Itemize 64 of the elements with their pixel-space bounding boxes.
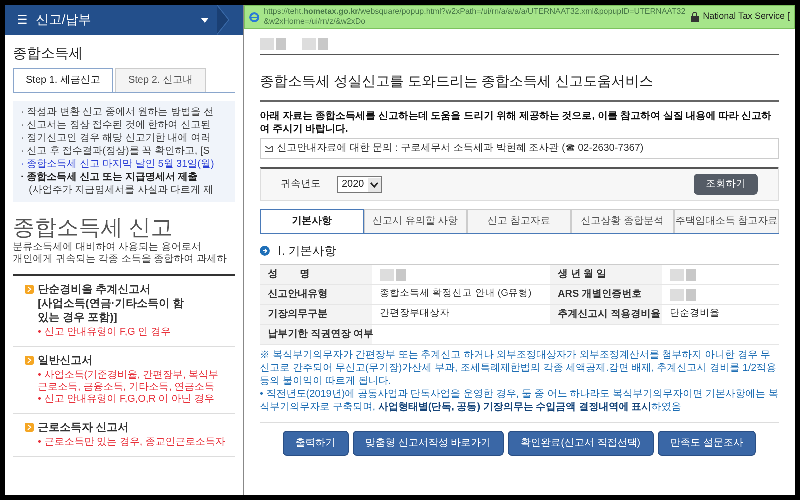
field-value: 간편장부대상자 (380, 307, 450, 322)
description-text: 분류소득세에 대비하여 사용되는 용어로서 (13, 242, 202, 254)
bullet-arrow-icon (25, 285, 34, 294)
field-label: 신고안내유형 (260, 285, 372, 304)
field-label: 납부기한 직권연장 여부 (260, 325, 372, 344)
action-button[interactable]: 만족도 설문조사 (658, 431, 756, 456)
inquiry-text: 신고안내자료에 대한 문의 : 구로세무서 소득세과 박현혜 조사관 (☎ 02-2630-7367) (277, 142, 644, 156)
field-value: 단순경비율 (670, 307, 720, 322)
notice-text: · 정기신고인 경우 해당 신고기한 내에 여러 (21, 132, 212, 145)
info-tab[interactable]: 주택임대소득 참고자료 (674, 209, 780, 233)
form-title[interactable]: 근로소득자 신고서 (38, 421, 226, 435)
caret-icon[interactable] (201, 18, 209, 22)
notice-text: (사업주가 지급명세서를 사실과 다르게 제 (28, 184, 214, 197)
arrow-circle-icon (260, 246, 270, 256)
field-value: 종합소득세 확정신고 안내 (G유형) (380, 287, 532, 302)
year-select[interactable]: 2020 (337, 176, 382, 193)
form-title[interactable]: 일반신고서 (38, 354, 219, 368)
notice-text: · 종합소득세 신고 또는 지급명세서 제출 (21, 171, 200, 184)
dropdown-icon (368, 178, 382, 192)
field-label: 추계신고시 적용경비율 (550, 305, 662, 324)
breadcrumb-chevron-icon (217, 5, 231, 35)
redacted-block (260, 38, 286, 50)
info-tab[interactable]: 기본사항 (260, 209, 364, 233)
info-tab[interactable]: 신고상황 종합분석 (570, 209, 674, 233)
envelope-icon (265, 146, 273, 152)
form-condition: • 근로소득만 있는 경우, 종교인근로소득자 (38, 437, 226, 449)
description-text: 개인에게 귀속되는 각종 소득을 종합하여 과세하 (13, 254, 228, 266)
section-heading: 종합소득세 신고 (13, 214, 174, 242)
notice-text: · 신고 후 접수결과(정상)를 꼭 확인하고, [S (21, 145, 211, 158)
year-label: 귀속년도 (281, 178, 321, 192)
search-button[interactable]: 조회하기 (694, 174, 758, 195)
form-title[interactable]: 단순경비율 추계신고서 [사업소득(연금·기타소득이 함 있는 경우 포함)] (38, 283, 184, 325)
service-title: 종합소득세 성실신고를 도와드리는 종합소득세 신고도움서비스 (260, 71, 779, 102)
field-label: 생 년 월 일 (550, 265, 662, 284)
info-tab[interactable]: 신고시 유의할 사항 (364, 209, 468, 233)
page-title: 종합소득세 (13, 44, 84, 63)
menu-icon[interactable]: ☰ (17, 11, 28, 29)
notice-text: · 신고서는 정상 접수된 것에 한하여 신고된 (21, 119, 212, 132)
step-tab[interactable]: Step 1. 세금신고 (13, 68, 114, 92)
action-button[interactable]: 출력하기 (282, 431, 349, 456)
action-button[interactable]: 확인완료(신고서 직접선택) (508, 431, 654, 456)
action-button[interactable]: 맞춤형 신고서작성 바로가기 (352, 431, 504, 456)
step-tab[interactable]: Step 2. 신고내 (115, 68, 206, 92)
redacted-block (302, 38, 328, 50)
site-name: National Tax Service [ (703, 10, 790, 24)
notice-text: • 직전년도(2019년)에 공동사업과 단독사업을 운영한 경우, 둘 중 어느 하나라도 복식부기의무자이면 기본사항에는 복식부기의무자로 구축되며, 사업형태별(단독, 공동) 기장의무는 수입금액 결정내역에 표시하였음 (260, 388, 779, 414)
url-text: https://teht.hometax.go.kr/websquare/popup.html?w2xPath=/ui/rn/a/a/a/a/UTERNAAT32.xml&popupID=UTERNAAT32&w2xHome=/ui/rn/z/&w2xDo (264, 7, 687, 27)
notice-text: · 작성과 변환 신고 중에서 원하는 방법을 선 (21, 106, 215, 119)
menu-title[interactable]: 신고/납부 (36, 10, 92, 30)
field-label: 기장의무구분 (260, 305, 372, 324)
form-condition: • 사업소득(기준경비율, 간편장부, 복식부 근로소득, 금융소득, 기타소득, 연금소득 • 신고 안내유형이 F,G,O,R 이 아닌 경우 (38, 370, 219, 406)
notice-text: ※ 복식부기의무자가 간편장부 또는 추계신고 하거나 외부조정대상자가 외부조정계산서를 첨부하지 아니한 경우 무신고로 간주되어 무신고(무기장)가산세 부과, 조세특례제한법의 각종 세액공제.감면 배제, 추계신고시 경비를 1/2적용 등의 불이익이 따르게 됩니다. (260, 349, 778, 388)
intro-text: 아래 자료는 종합소득세를 신고하는데 도움을 드리기 위해 제공하는 것으로, 이를 참고하여 실질 내용에 따라 신고하여 주시기 바랍니다. (260, 110, 773, 136)
bullet-arrow-icon (25, 356, 34, 365)
lock-icon (691, 12, 700, 22)
bullet-arrow-icon (25, 423, 34, 432)
address-bar[interactable]: https://teht.hometax.go.kr/websquare/popup.html?w2xPath=/ui/rn/a/a/a/a/UTERNAAT32.xml&popupID=UTERNAAT32&w2xHome=/ui/rn/z/&w2xDo National Tax Service [ (244, 5, 795, 29)
field-label: ARS 개별인증번호 (550, 285, 662, 304)
section-title: Ⅰ. 기본사항 (278, 243, 337, 260)
info-tab[interactable]: 신고 참고자료 (467, 209, 571, 233)
notice-text: · 종합소득세 신고 마지막 날인 5월 31일(월) (21, 158, 216, 171)
form-condition: • 신고 안내유형이 F,G 인 경우 (38, 327, 172, 339)
field-label: 성 명 (260, 265, 372, 284)
browser-icon (249, 12, 260, 22)
